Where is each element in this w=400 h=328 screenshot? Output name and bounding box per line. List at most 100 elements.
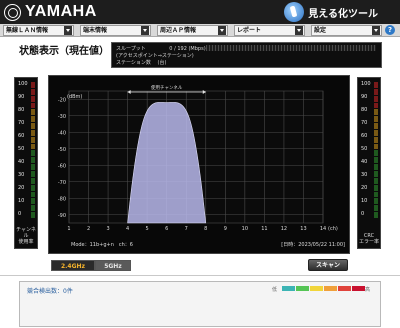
menu-wireless-lan-info[interactable]: 無線ＬＡＮ情報 xyxy=(3,25,74,36)
station-row: ステーション数 (台) xyxy=(116,59,166,66)
meter-segment xyxy=(31,82,35,88)
scan-button[interactable]: スキャン xyxy=(308,259,348,271)
meter-segment xyxy=(374,82,378,88)
y-tick-label: -30 xyxy=(58,114,66,120)
yamaha-logo: YAMAHA xyxy=(4,3,97,21)
meter-segment xyxy=(31,212,35,218)
help-icon[interactable]: ? xyxy=(385,25,395,35)
spectrum-chart: -20 -30 -40 -50 -60 -70 -80 -90 1 2 3 4 5 6 7 8 9 10 11 12 1… xyxy=(48,75,350,254)
chevron-down-icon xyxy=(64,26,72,35)
x-tick-label: 9 xyxy=(224,226,227,232)
spectrum-chart-svg: -20-30-40-50-60-70-80-901 2 3 4 5 6 7 8 9 10 11 12 1… xyxy=(58,84,345,248)
meter-segment xyxy=(31,150,35,157)
meter-segment xyxy=(374,177,378,184)
meter-tick: 80 xyxy=(18,107,25,113)
meter-segment xyxy=(374,102,378,109)
conflict-count: 競合検出数：0件 xyxy=(27,288,73,295)
x-tick-label: 1 xyxy=(67,226,70,232)
meter-segment xyxy=(374,116,378,123)
x-tick-label: 10 xyxy=(242,226,248,232)
tool-name: 見える化ツール xyxy=(308,8,378,20)
meter-tick: 10 xyxy=(361,198,368,204)
meter-tick: 50 xyxy=(361,146,368,152)
x-tick-label: 7 xyxy=(185,226,188,232)
meter-tick: 70 xyxy=(18,120,25,126)
throughput-panel: スループット 0 / 192 (Mbps) (アクセスポイント⇒ステーション) … xyxy=(111,42,382,68)
throughput-row: スループット 0 / 192 (Mbps) xyxy=(116,45,206,52)
meter-tick: 100 xyxy=(361,81,371,87)
meter-tick: 20 xyxy=(361,185,368,191)
menu-label: レポート xyxy=(237,27,262,34)
meter-segment xyxy=(31,123,35,129)
menu-terminal-info[interactable]: 端末情報 xyxy=(80,25,151,36)
x-tick-label: 4 xyxy=(126,226,129,232)
menu-settings[interactable]: 設定 xyxy=(311,25,382,36)
meter-segment xyxy=(31,170,35,177)
meter-segment xyxy=(374,205,378,212)
meter-segment xyxy=(31,177,35,184)
level-swatch xyxy=(296,286,309,291)
x-tick-label: 8 xyxy=(204,226,207,232)
x-tick-label: 3 xyxy=(106,226,109,232)
menu-label: 無線ＬＡＮ情報 xyxy=(6,27,49,34)
band-2-4ghz-button[interactable]: 2.4GHz xyxy=(51,260,95,271)
section-divider xyxy=(0,275,400,276)
meter-segment xyxy=(31,143,35,150)
level-swatch xyxy=(352,286,365,291)
meter-caption-line: エラー率 xyxy=(358,239,379,245)
level-swatch xyxy=(324,286,337,291)
x-tick-label: 6 xyxy=(165,226,168,232)
meter-segment xyxy=(31,205,35,212)
meter-tick: 30 xyxy=(361,172,368,178)
x-tick-label: 12 xyxy=(281,226,287,232)
meter-segment xyxy=(31,157,35,164)
meter-caption: CRC エラー率 xyxy=(358,233,380,245)
meter-segment xyxy=(374,212,378,218)
level-swatch xyxy=(310,286,323,291)
throughput-bar xyxy=(206,45,376,51)
meter-segment xyxy=(374,95,378,102)
menu-label: 周辺ＡＰ情報 xyxy=(160,27,197,34)
menu-bar: 無線ＬＡＮ情報 端末情報 周辺ＡＰ情報 レポート 設定 ? xyxy=(0,24,400,37)
meter-tick: 100 xyxy=(18,81,28,87)
menu-report[interactable]: レポート xyxy=(234,25,305,36)
chevron-down-icon xyxy=(372,26,380,35)
level-low-label: 低 xyxy=(272,287,278,293)
meter-tick: 0 xyxy=(361,211,365,217)
meter-segments xyxy=(374,82,378,218)
meter-tick: 90 xyxy=(361,94,368,100)
meter-segment xyxy=(31,136,35,143)
meter-segment xyxy=(374,184,378,191)
meter-tick: 70 xyxy=(361,120,368,126)
y-tick-label: -50 xyxy=(58,147,66,153)
band-5ghz-button[interactable]: 5GHz xyxy=(95,260,131,271)
station-label: ステーション数 xyxy=(116,60,151,66)
visualization-tool-icon xyxy=(284,2,305,22)
meter-caption-line: チャンネル xyxy=(16,227,36,239)
meter-tick: 0 xyxy=(18,211,22,217)
mode-label: Mode：11b+g+n ch：6 xyxy=(71,242,133,248)
throughput-note: (アクセスポイント⇒ステーション) xyxy=(116,53,194,59)
meter-segment xyxy=(31,116,35,123)
crc-error-meter: 100 90 80 70 60 50 40 30 20 10 0 CRC エラー… xyxy=(357,77,381,249)
menu-nearby-ap-info[interactable]: 周辺ＡＰ情報 xyxy=(157,25,228,36)
x-tick-label: 13 xyxy=(300,226,306,232)
meter-caption-line: 使用率 xyxy=(18,239,34,245)
channel-usage-meter: 100 90 80 70 60 50 40 30 20 10 0 チャンネル 使… xyxy=(14,77,38,249)
meter-segment xyxy=(31,184,35,191)
meter-segment xyxy=(374,157,378,164)
x-tick-label: 5 xyxy=(146,226,149,232)
menu-label: 端末情報 xyxy=(83,27,108,34)
header-bar: YAMAHA 見える化ツール xyxy=(0,0,400,24)
meter-segment xyxy=(31,95,35,102)
meter-segment xyxy=(31,102,35,109)
meter-tick: 60 xyxy=(361,133,368,139)
meter-segment xyxy=(374,143,378,150)
meter-segment xyxy=(31,198,35,205)
meter-segment xyxy=(374,150,378,157)
meter-tick: 30 xyxy=(18,172,25,178)
meter-segment xyxy=(374,88,378,95)
meter-tick: 40 xyxy=(18,159,25,165)
meter-segment xyxy=(374,191,378,198)
brand-name: YAMAHA xyxy=(25,3,97,20)
